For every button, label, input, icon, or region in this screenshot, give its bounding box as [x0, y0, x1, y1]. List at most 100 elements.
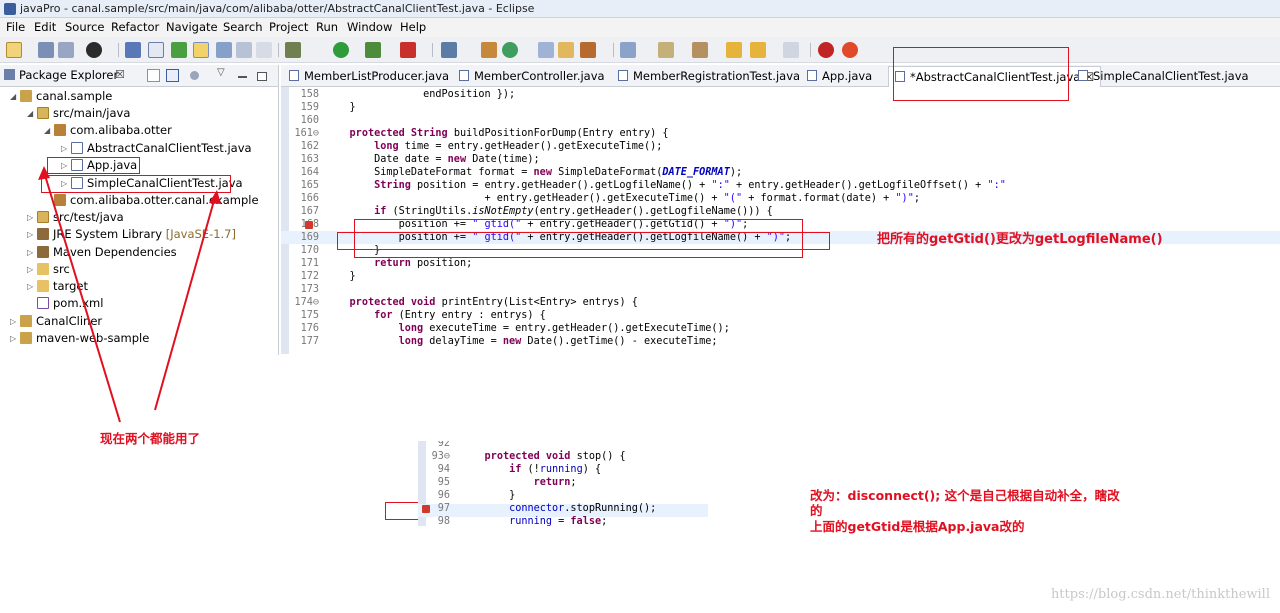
maximize-icon[interactable]	[257, 72, 267, 81]
tab-app[interactable]: App.java	[807, 69, 872, 83]
xml-file-icon	[37, 297, 49, 309]
code-text: long time = entry.getHeader().getExecute…	[374, 141, 663, 152]
tree-item-folder[interactable]: ▷ src	[27, 262, 70, 279]
package-explorer-tabbar: Package Explorer ☒ ▽	[0, 65, 278, 87]
stop-icon[interactable]	[818, 42, 834, 58]
line-number: 173	[300, 284, 319, 295]
code-text: long executeTime = entry.getHeader().get…	[398, 323, 730, 334]
search-icon[interactable]	[441, 42, 457, 58]
line-number: 165	[300, 180, 319, 191]
menu-edit[interactable]: Edit	[34, 20, 56, 34]
open-task-icon[interactable]	[558, 42, 574, 58]
java-file-icon	[459, 70, 469, 81]
tree-item-folder[interactable]: ▷ target	[27, 279, 88, 296]
toolbar-separator	[278, 43, 279, 57]
tree-item-file[interactable]: pom.xml	[27, 296, 103, 313]
coverage-icon[interactable]	[365, 42, 381, 58]
tab-member-registration-test[interactable]: MemberRegistrationTest.java	[618, 69, 800, 83]
java-file-icon	[1078, 70, 1088, 81]
menu-search[interactable]: Search	[223, 20, 263, 34]
java-file-icon	[618, 70, 628, 81]
next-annotation-icon[interactable]	[620, 42, 636, 58]
tree-item-source-folder[interactable]: ◢ src/main/java	[27, 106, 130, 123]
nav-history-icon[interactable]	[783, 42, 799, 58]
external-tools-icon[interactable]	[400, 42, 416, 58]
view-menu-icon[interactable]	[190, 71, 199, 80]
menu-project[interactable]: Project	[269, 20, 308, 34]
tree-item-project[interactable]: ▷ CanalCliner	[10, 314, 102, 331]
new-class-icon[interactable]	[502, 42, 518, 58]
line-number: 177	[300, 336, 319, 347]
menu-run[interactable]: Run	[316, 20, 338, 34]
tree-item-library[interactable]: ▷ JRE System Library [JavaSE-1.7]	[27, 227, 236, 244]
minimize-icon[interactable]	[238, 76, 247, 78]
menu-refactor[interactable]: Refactor	[111, 20, 159, 34]
link-with-editor-icon[interactable]	[166, 69, 179, 82]
tree-item-package[interactable]: ◢ com.alibaba.otter	[44, 123, 172, 140]
project-icon	[20, 315, 32, 327]
tree-item-java-file[interactable]: ▷ AbstractCanalClientTest.java	[61, 141, 252, 158]
toolbar	[0, 37, 1280, 63]
tree-item-package[interactable]: com.alibaba.otter.canal.example	[44, 193, 259, 210]
task-icon[interactable]	[171, 42, 187, 58]
toolbar-separator	[810, 43, 811, 57]
menu-navigate[interactable]: Navigate	[166, 20, 218, 34]
library-icon	[37, 246, 49, 258]
menu-window[interactable]: Window	[347, 20, 392, 34]
tab-label: App.java	[822, 69, 873, 83]
line-number: 159	[300, 102, 319, 113]
tree-item-source-folder[interactable]: ▷ src/test/java	[27, 210, 124, 227]
code-text: protected void printEntry(List<Entry> en…	[349, 297, 638, 308]
tree-item-label: CanalCliner	[36, 314, 103, 328]
menu-help[interactable]: Help	[400, 20, 426, 34]
menu-source[interactable]: Source	[65, 20, 105, 34]
line-number: 169	[300, 232, 319, 243]
toggle-mark-icon[interactable]	[148, 42, 164, 58]
project-icon	[20, 90, 32, 102]
menu-bar: File Edit Source Refactor Navigate Searc…	[0, 18, 1280, 37]
line-number: 171	[300, 258, 319, 269]
back-icon[interactable]	[726, 42, 742, 58]
highlight-icon[interactable]	[193, 42, 209, 58]
profile-icon[interactable]	[86, 42, 102, 58]
eclipse-app-icon	[4, 3, 16, 15]
code-text: running = false;	[509, 516, 608, 526]
line-number: 167	[300, 206, 319, 217]
tab-member-controller[interactable]: MemberController.java	[459, 69, 605, 83]
tree-item-project[interactable]: ▷ maven-web-sample	[10, 331, 149, 348]
code-text: }	[325, 271, 356, 282]
show-whitespace-icon[interactable]	[256, 42, 272, 58]
debug-icon[interactable]	[285, 42, 301, 58]
line-number: 94	[437, 464, 450, 475]
line-number: 166	[300, 193, 319, 204]
chevron-down-icon[interactable]: ▽	[217, 67, 230, 80]
new-package-icon[interactable]	[481, 42, 497, 58]
close-icon[interactable]: ☒	[115, 68, 125, 81]
tree-item-label: src/test/java	[53, 210, 124, 224]
last-edit-icon[interactable]	[692, 42, 708, 58]
block-selection-icon[interactable]	[236, 42, 252, 58]
tab-simple-canal-client-test[interactable]: SimpleCanalClientTest.java	[1078, 69, 1249, 83]
tab-member-list-producer[interactable]: MemberListProducer.java	[289, 69, 449, 83]
open-type-icon[interactable]	[538, 42, 554, 58]
annotation-icon[interactable]	[580, 42, 596, 58]
package-explorer-tab[interactable]: Package Explorer	[4, 68, 118, 82]
save-icon[interactable]	[38, 42, 54, 58]
terminal-icon[interactable]	[125, 42, 141, 58]
tree-item-library[interactable]: ▷ Maven Dependencies	[27, 245, 177, 262]
refresh-icon[interactable]	[842, 42, 858, 58]
menu-file[interactable]: File	[6, 20, 25, 34]
code-text: if (StringUtils.isNotEmpty(entry.getHead…	[374, 206, 773, 217]
collapse-all-icon[interactable]	[147, 69, 160, 82]
forward-icon[interactable]	[750, 42, 766, 58]
save-all-icon[interactable]	[58, 42, 74, 58]
tree-item-label: AbstractCanalClientTest.java	[87, 141, 252, 155]
new-icon[interactable]	[6, 42, 22, 58]
error-marker-icon[interactable]	[305, 221, 313, 229]
tree-item-project[interactable]: ◢ canal.sample	[10, 89, 112, 106]
line-number: 158	[300, 89, 319, 100]
package-icon	[54, 124, 66, 136]
run-icon[interactable]	[333, 42, 349, 58]
outline-icon[interactable]	[216, 42, 232, 58]
prev-annotation-icon[interactable]	[658, 42, 674, 58]
